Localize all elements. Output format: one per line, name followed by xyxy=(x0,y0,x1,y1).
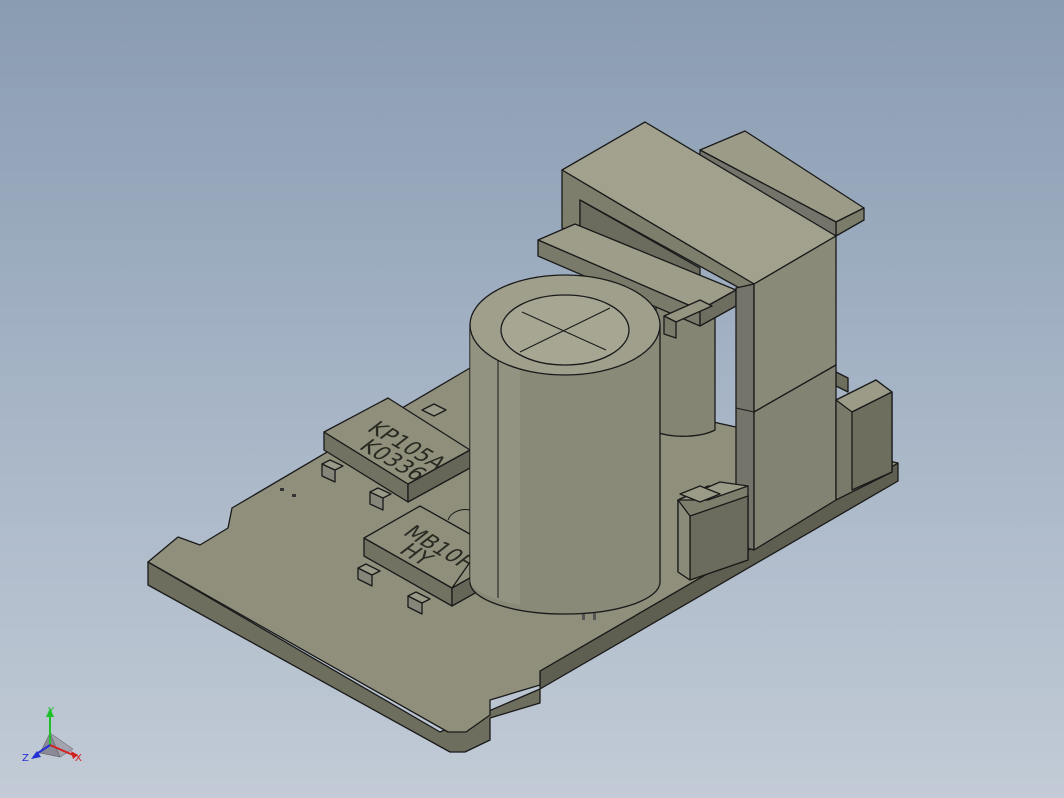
electrolytic-capacitor[interactable] xyxy=(469,274,661,615)
model-view[interactable]: KP105A K0336 MB10F HY xyxy=(0,0,1064,798)
y-axis-label: Y xyxy=(47,706,55,717)
z-axis-label: Z xyxy=(22,753,29,764)
graphics-viewport[interactable]: KP105A K0336 MB10F HY Y X Z xyxy=(0,0,1064,798)
x-axis-label: X xyxy=(75,753,82,764)
orientation-triad[interactable]: Y X Z xyxy=(15,705,105,785)
